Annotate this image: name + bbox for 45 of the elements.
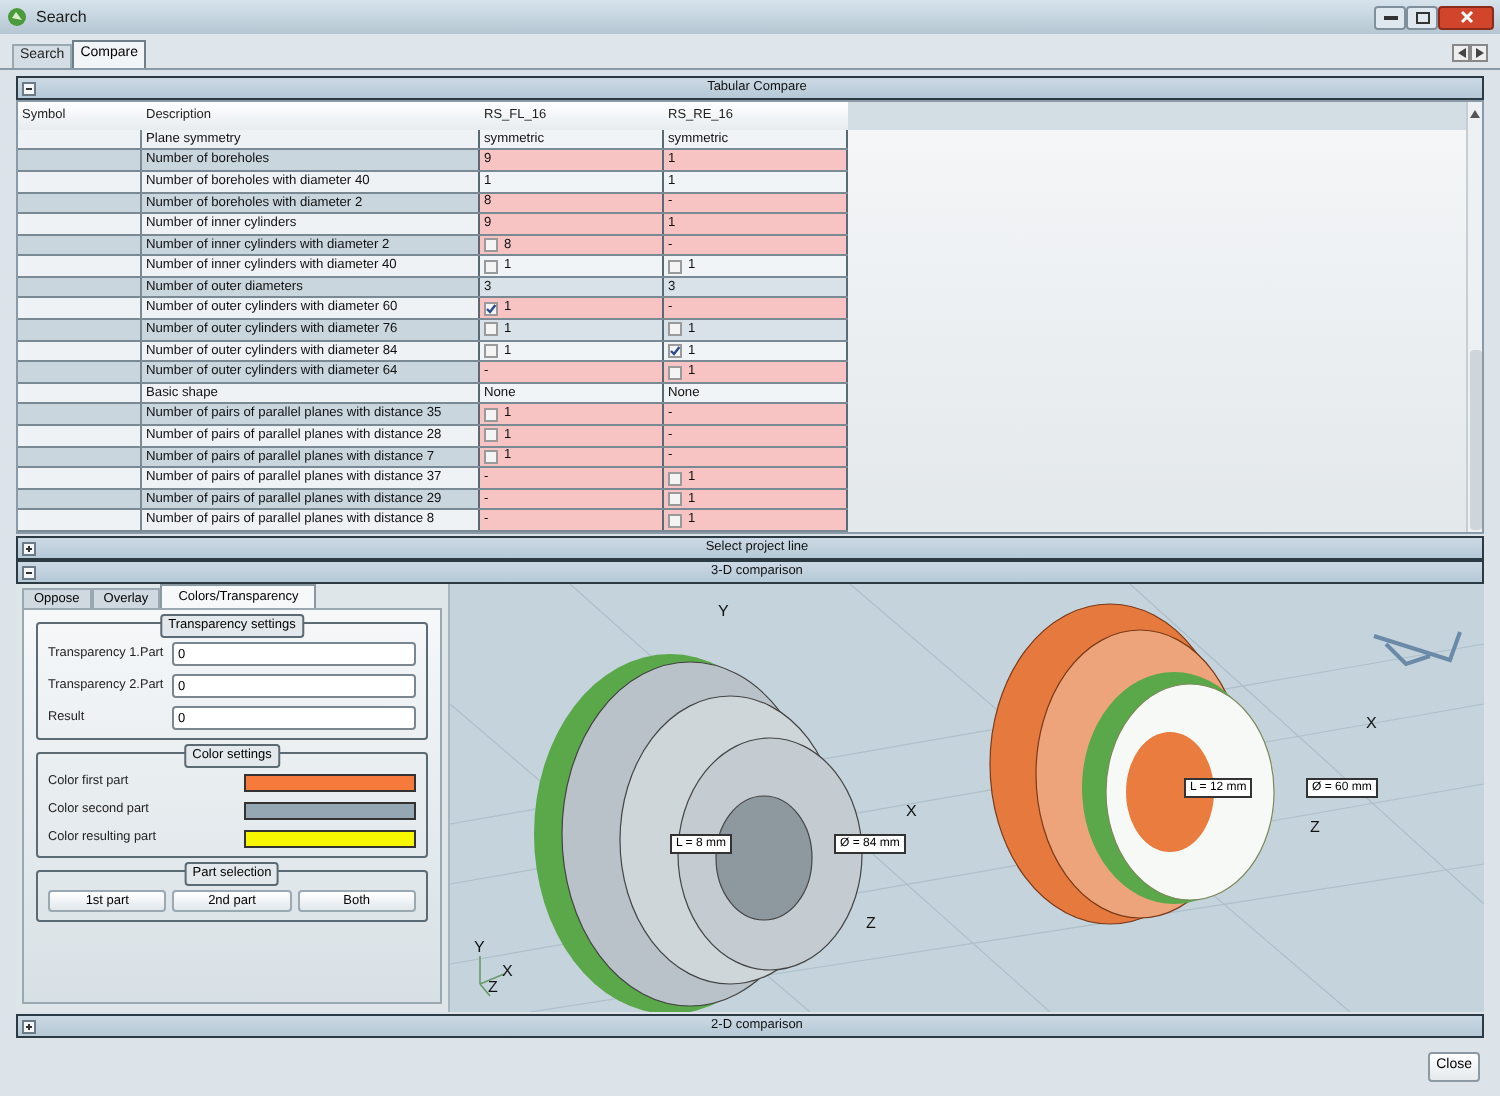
minimize-button[interactable] bbox=[1374, 5, 1406, 29]
minimize-icon bbox=[1383, 14, 1397, 20]
axis-label: X bbox=[906, 804, 917, 820]
axis-label: Z bbox=[1310, 820, 1320, 836]
axis-label: Y bbox=[474, 940, 485, 956]
axis-label: X bbox=[502, 964, 513, 980]
checkbox[interactable] bbox=[668, 259, 682, 274]
collapse-icon[interactable] bbox=[22, 565, 36, 579]
close-icon bbox=[1459, 10, 1473, 24]
maximize-icon bbox=[1415, 11, 1429, 23]
scroll-up-icon bbox=[1470, 110, 1480, 118]
axis-label: Y bbox=[718, 604, 729, 620]
left-arrow-icon bbox=[1457, 48, 1465, 58]
checkbox[interactable] bbox=[668, 513, 682, 528]
checkbox[interactable] bbox=[668, 471, 682, 486]
axis-label: X bbox=[1366, 716, 1377, 732]
checkbox[interactable] bbox=[668, 492, 682, 507]
expand-icon[interactable] bbox=[22, 1019, 36, 1033]
app-icon bbox=[6, 6, 28, 28]
scroll-left-button[interactable] bbox=[1452, 44, 1470, 62]
checkbox[interactable] bbox=[484, 301, 498, 316]
checkbox[interactable] bbox=[668, 365, 682, 380]
checkbox[interactable] bbox=[668, 343, 682, 358]
collapse-icon[interactable] bbox=[22, 81, 36, 95]
axis-label: Z bbox=[488, 980, 498, 996]
scrollbar[interactable] bbox=[1466, 102, 1482, 532]
color-swatch[interactable] bbox=[244, 801, 416, 819]
checkbox[interactable] bbox=[484, 428, 498, 443]
checkbox[interactable] bbox=[484, 449, 498, 464]
color-swatch[interactable] bbox=[244, 773, 416, 791]
maximize-button[interactable] bbox=[1406, 5, 1438, 29]
axis-label: Z bbox=[866, 916, 876, 932]
right-arrow-icon bbox=[1475, 48, 1483, 58]
checkbox[interactable] bbox=[484, 407, 498, 422]
close-window-button[interactable] bbox=[1438, 5, 1494, 29]
checkbox[interactable] bbox=[484, 237, 498, 252]
scroll-right-button[interactable] bbox=[1470, 44, 1488, 62]
axis-triad-icon bbox=[479, 955, 505, 997]
checkbox[interactable] bbox=[668, 322, 682, 337]
checkbox[interactable] bbox=[484, 343, 498, 358]
checkbox[interactable] bbox=[484, 259, 498, 274]
checkbox[interactable] bbox=[484, 322, 498, 337]
expand-icon[interactable] bbox=[22, 541, 36, 555]
color-swatch[interactable] bbox=[244, 829, 416, 847]
window-title: Search bbox=[36, 5, 87, 29]
